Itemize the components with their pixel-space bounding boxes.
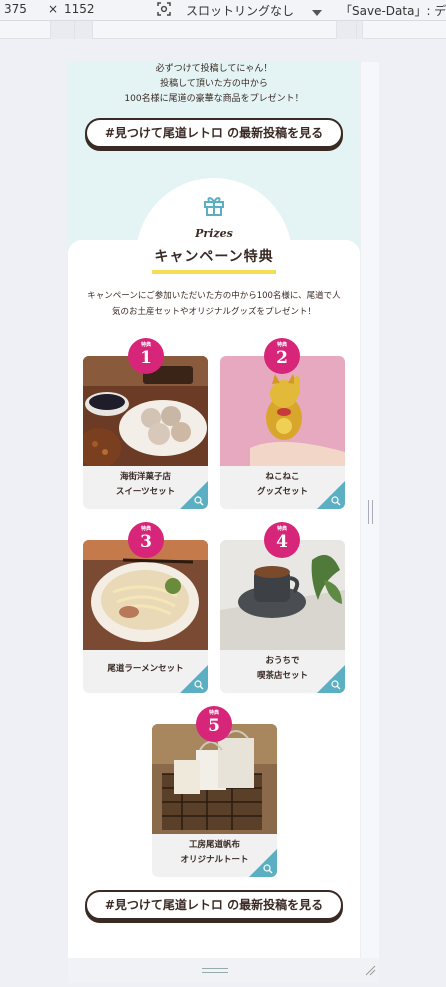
capture-screenshot-icon[interactable] [156, 1, 172, 20]
media-query-ruler [0, 21, 446, 39]
zoom-icon [194, 680, 204, 690]
chevron-down-icon[interactable] [312, 6, 322, 20]
cta-button-bottom[interactable]: #見つけて尾道レトロ の最新投稿を見る [85, 890, 343, 920]
prize-card-1[interactable]: 海街洋菓子店 スイーツセット [83, 356, 208, 509]
title-underline [152, 270, 276, 274]
cta-button-top[interactable]: #見つけて尾道レトロ の最新投稿を見る [85, 118, 343, 148]
dimension-separator: × [48, 2, 59, 16]
prizes-description: キャンペーンにご参加いただいた方の中から100名様に、尾道で人気のお土産セットや… [87, 291, 341, 317]
prizes-script-title: Prizes [195, 227, 233, 240]
intro-line-2: 投稿して頂いた方の中から [160, 79, 268, 89]
resize-handle-right[interactable] [368, 500, 373, 524]
save-data-select[interactable]: 「Save-Data」: デフ [340, 2, 446, 19]
prize-card-2[interactable]: ねこねこ グッズセット [220, 356, 345, 509]
resize-handle-bottom[interactable] [202, 968, 228, 973]
prize-card-5[interactable]: 工房尾道帆布 オリジナルトート [152, 724, 277, 877]
zoom-icon [194, 496, 204, 506]
throttling-select[interactable]: スロットリングなし [186, 2, 294, 19]
viewport-height[interactable]: 1152 [64, 2, 95, 16]
prize-badge-2: 特典 2 [264, 338, 300, 374]
gift-icon [204, 197, 224, 216]
mobile-viewport: 必ずつけて投稿してにゃん！ 投稿して頂いた方の中から 100名様に尾道の豪華な商… [68, 62, 360, 958]
section-title: キャンペーン特典 [154, 249, 274, 265]
intro-line-1: 必ずつけて投稿してにゃん！ [155, 64, 273, 74]
intro-text: 必ずつけて投稿してにゃん！ 投稿して頂いた方の中から 100名様に尾道の豪華な商… [68, 62, 360, 107]
prize-badge-4: 特典 4 [264, 522, 300, 558]
prize-badge-1: 特典 1 [128, 338, 164, 374]
zoom-icon [331, 680, 341, 690]
resize-corner-icon[interactable] [364, 964, 376, 976]
prize-badge-5: 特典 5 [196, 706, 232, 742]
prize-card-4[interactable]: おうちで 喫茶店セット [220, 540, 345, 693]
intro-line-3: 100名様に尾道の豪華な商品をプレゼント！ [124, 94, 304, 104]
devtools-toolbar: 375 × 1152 スロットリングなし 「Save-Data」: デフ [0, 0, 446, 21]
zoom-icon [263, 864, 273, 874]
prize-badge-3: 特典 3 [128, 522, 164, 558]
zoom-icon [331, 496, 341, 506]
viewport-width[interactable]: 375 [4, 2, 27, 16]
prize-card-3[interactable]: 尾道ラーメンセット [83, 540, 208, 693]
